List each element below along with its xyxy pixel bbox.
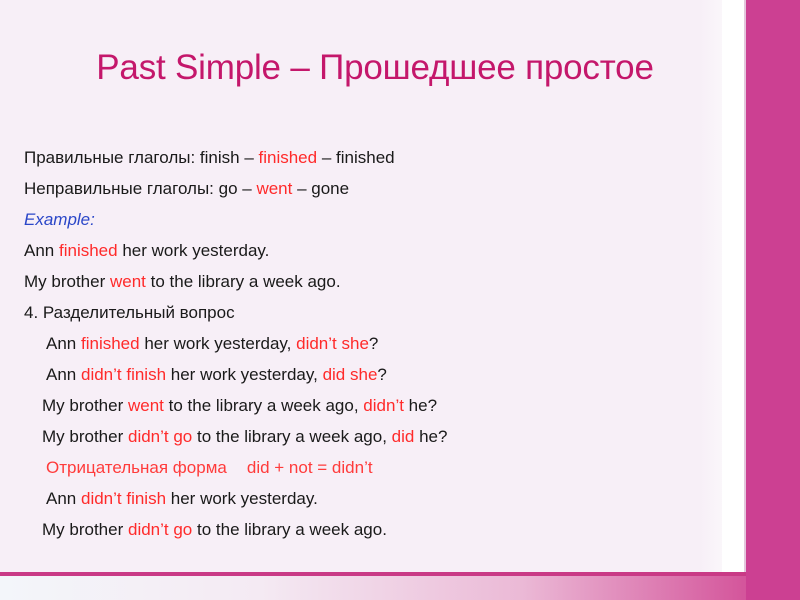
text-segment: didn’t she [296,334,369,353]
text-segment: My brother [24,272,110,291]
text-segment: to the library a week ago, [163,396,364,415]
text-segment: Ann [46,334,81,353]
text-segment: didn’t finish [80,489,167,508]
text-segment: didn’t go [127,427,193,446]
text-segment: ? [368,334,379,353]
text-line-negative-ann: Ann didn’t finish her work yesterday. [0,483,715,514]
bottom-gradient-band [0,576,746,600]
text-segment: – finished [317,148,395,167]
text-segment: – gone [292,179,350,198]
text-line-example-label: Example: [0,204,715,235]
text-line-negative-brother: My brother didn’t go to the library a we… [0,514,715,545]
text-segment: My brother [42,396,128,415]
text-segment: her work yesterday. [166,489,318,508]
text-line-example-ann: Ann finished her work yesterday. [0,235,715,266]
text-segment: to the library a week ago, [192,427,392,446]
text-segment: her work yesterday, [139,334,297,353]
text-segment: My brother [42,427,128,446]
text-segment: didn’t go [127,520,193,539]
text-line-negative-form-heading: Отрицательная форма did + not = didn’t [0,452,715,483]
text-segment: didn’t [363,396,404,415]
text-segment: finished [258,148,318,167]
text-segment: her work yesterday. [117,241,270,260]
text-segment: Правильные глаголы: finish – [24,148,259,167]
text-segment: to the library a week ago. [192,520,387,539]
text-line-irregular-verbs: Неправильные глаголы: go – went – gone [0,173,715,204]
text-segment: did [391,427,415,446]
text-segment: he? [403,396,438,415]
text-segment: went [127,396,164,415]
text-segment: Ann [24,241,59,260]
text-line-section-tag-question: 4. Разделительный вопрос [0,297,715,328]
text-segment: did she [322,365,378,384]
text-line-tag-brother-positive: My brother went to the library a week ag… [0,390,715,421]
text-segment: did + not = didn’t [246,458,373,477]
text-segment: Example: [24,210,95,229]
text-segment: Ann [46,489,81,508]
text-line-regular-verbs: Правильные глаголы: finish – finished – … [0,142,715,173]
text-segment: Отрицательная форма [46,458,227,477]
text-segment: Неправильные глаголы: go – [24,179,257,198]
text-segment: he? [414,427,448,446]
text-segment: her work yesterday, [166,365,323,384]
text-segment: went [109,272,146,291]
text-segment: finished [58,241,118,260]
text-line-tag-brother-negative: My brother didn’t go to the library a we… [0,421,715,452]
text-segment: didn’t finish [80,365,167,384]
text-segment: 4. Разделительный вопрос [24,303,235,322]
text-segment: Ann [46,365,81,384]
text-line-example-brother: My brother went to the library a week ag… [0,266,715,297]
text-segment: went [256,179,293,198]
slide-body: Правильные глаголы: finish – finished – … [0,142,715,545]
right-white-strip [722,0,746,575]
slide-title: Past Simple – Прошедшее простое [96,48,654,88]
text-segment: My brother [42,520,128,539]
right-magenta-band [746,0,800,600]
text-segment: ? [377,365,387,384]
text-line-tag-ann-positive: Ann finished her work yesterday, didn’t … [0,328,715,359]
text-segment: to the library a week ago. [145,272,341,291]
slide-canvas: Past Simple – Прошедшее простое Правильн… [0,0,800,600]
text-line-tag-ann-negative: Ann didn’t finish her work yesterday, di… [0,359,715,390]
text-segment: finished [80,334,140,353]
